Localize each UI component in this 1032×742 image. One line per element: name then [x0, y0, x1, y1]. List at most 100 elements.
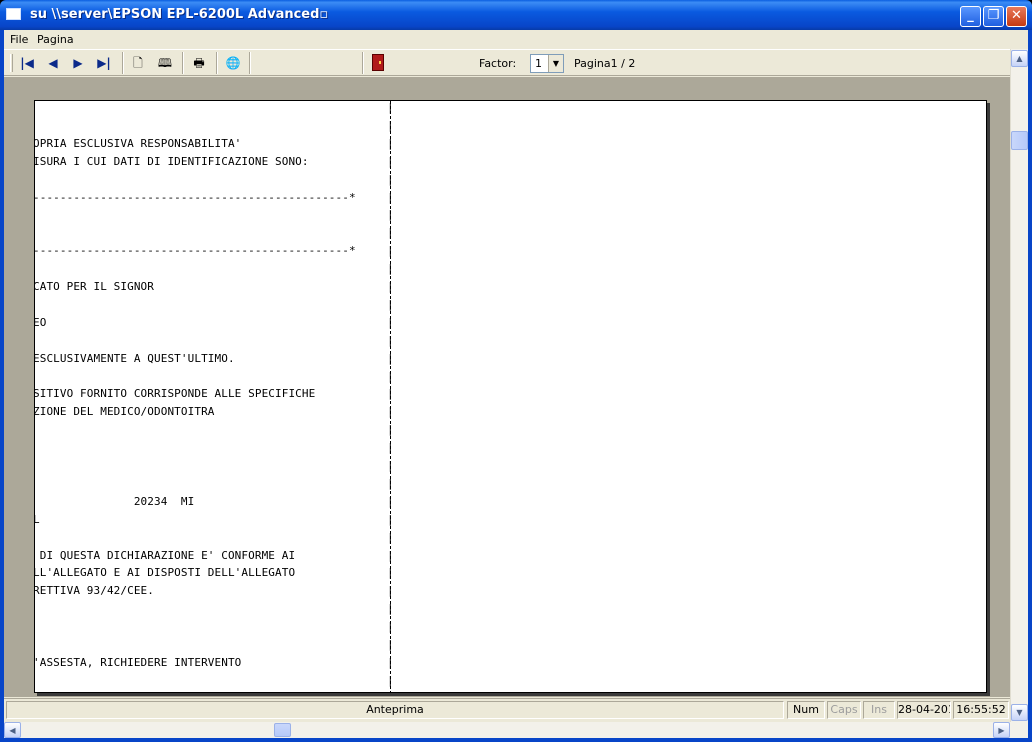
- column-bar: |: [387, 208, 394, 222]
- toolbar-grip[interactable]: [10, 54, 13, 72]
- column-bar: |: [387, 441, 394, 455]
- document-line: EO: [34, 315, 47, 329]
- status-date: 28-04-2016: [897, 701, 951, 719]
- column-bar: |: [387, 387, 394, 401]
- document-line: ZIONE DEL MEDICO/ODONTOITRA: [34, 405, 215, 419]
- status-bar: Anteprima Num Caps Ins 28-04-2016 16:55:…: [4, 698, 1010, 721]
- column-bar: |: [387, 315, 394, 329]
- column-bar: |: [387, 459, 394, 472]
- arrow-right-icon: ▶: [73, 56, 83, 70]
- document-line: ----------------------------------------…: [34, 190, 356, 204]
- column-bar: |: [387, 226, 394, 240]
- column-bar: |: [387, 280, 394, 293]
- toolbar: |◀ ◀ ▶ ▶| 🗋 🕮 🖶 🌐 Factor: 1 ▼ Pagina1 / …: [4, 49, 1010, 76]
- status-main-panel: Anteprima: [6, 701, 784, 719]
- document-line: L: [35, 513, 40, 531]
- document-line: RETTIVA 93/42/CEE.: [34, 584, 155, 598]
- close-icon: ✕: [1011, 8, 1022, 23]
- column-bar: |: [387, 101, 394, 114]
- next-page-button[interactable]: ▶: [67, 53, 89, 73]
- toolbar-separator: [249, 52, 251, 74]
- document-line: SITIVO FORNITO CORRISPONDE ALLE SPECIFIC…: [34, 387, 316, 401]
- toolbar-separator: [122, 52, 124, 74]
- previous-page-button[interactable]: ◀: [42, 53, 64, 73]
- scroll-down-button[interactable]: ▼: [1011, 704, 1028, 721]
- horizontal-scroll-thumb[interactable]: [274, 723, 291, 737]
- scroll-up-button[interactable]: ▲: [1011, 50, 1028, 67]
- column-bar: |: [387, 673, 394, 687]
- column-bar: |: [387, 154, 394, 168]
- scroll-left-button[interactable]: ◀: [4, 722, 21, 738]
- single-page-button[interactable]: 🗋: [127, 53, 149, 73]
- close-button[interactable]: ✕: [1006, 6, 1027, 27]
- factor-value: 1: [535, 57, 542, 70]
- column-bar: |: [387, 638, 394, 651]
- column-bar: |: [387, 494, 394, 508]
- arrow-left-icon: ◀: [48, 56, 58, 70]
- minimize-icon: _: [967, 8, 974, 23]
- document-line: 'ASSESTA, RICHIEDERE INTERVENTO: [34, 655, 242, 669]
- document-line: ----------------------------------------…: [34, 244, 356, 258]
- vertical-scrollbar[interactable]: ▲ ▼: [1010, 49, 1028, 722]
- column-bar: |: [387, 566, 394, 580]
- menu-bar: File Pagina: [4, 30, 1028, 49]
- toolbar-separator: [216, 52, 218, 74]
- horizontal-scrollbar[interactable]: ◀ ▶: [4, 722, 1028, 738]
- scroll-right-button[interactable]: ▶: [993, 722, 1010, 738]
- status-time: 16:55:52: [953, 701, 1009, 719]
- column-bar: |: [387, 476, 394, 490]
- two-pages-button[interactable]: 🕮: [154, 53, 176, 73]
- last-page-button[interactable]: ▶|: [93, 53, 115, 73]
- column-bar: |: [387, 333, 394, 347]
- column-bar: |: [387, 369, 394, 383]
- document-line: ESCLUSIVAMENTE A QUEST'ULTIMO.: [34, 351, 235, 365]
- document-line: CATO PER IL SIGNOR: [34, 280, 155, 293]
- vertical-scroll-thumb[interactable]: [1011, 131, 1028, 150]
- minimize-button[interactable]: _: [960, 6, 981, 27]
- page-indicator: Pagina1 / 2: [574, 57, 636, 70]
- column-bar: |: [387, 620, 394, 634]
- menu-pagina[interactable]: Pagina: [37, 33, 74, 46]
- column-bar: |: [387, 118, 394, 132]
- status-caps: Caps: [827, 701, 861, 719]
- column-bar: |: [387, 423, 394, 437]
- factor-select[interactable]: 1 ▼: [530, 54, 564, 73]
- document-line: LL'ALLEGATO E AI DISPOSTI DELL'ALLEGATO: [34, 566, 296, 580]
- column-bar: |: [387, 512, 394, 526]
- arrow-up-icon: ▲: [1016, 54, 1023, 63]
- preview-page: | | OPRIA ESCLUSIVA RESPONSABILITA' | ISURA …: [34, 100, 987, 693]
- status-ins: Ins: [863, 701, 895, 719]
- column-bar: |: [387, 244, 394, 258]
- printer-icon: 🖶: [193, 56, 205, 70]
- chevron-down-icon[interactable]: ▼: [548, 55, 563, 72]
- column-bar: |: [387, 136, 394, 150]
- column-bar: |: [387, 655, 394, 669]
- factor-label: Factor:: [479, 57, 517, 70]
- document-line: DI QUESTA DICHIARAZIONE E' CONFORME AI: [34, 548, 296, 562]
- document-line: OPRIA ESCLUSIVA RESPONSABILITA': [34, 136, 242, 150]
- arrow-right-icon: ▶: [998, 726, 1005, 735]
- exit-door-icon[interactable]: [372, 54, 384, 71]
- document-line: ISURA I CUI DATI DI IDENTIFICAZIONE SONO…: [34, 154, 309, 168]
- print-setup-button[interactable]: 🌐: [222, 53, 244, 73]
- arrow-left-icon: ◀: [9, 726, 16, 735]
- title-bar[interactable]: su \\server\EPSON EPL-6200L Advanced▫ _ …: [0, 0, 1032, 30]
- first-page-button[interactable]: |◀: [16, 53, 38, 73]
- print-preview-area[interactable]: | | OPRIA ESCLUSIVA RESPONSABILITA' | ISURA …: [4, 77, 1010, 697]
- column-bar: |: [387, 190, 394, 204]
- window-title: su \\server\EPSON EPL-6200L Advanced▫: [30, 7, 329, 22]
- column-bar: |: [387, 297, 394, 311]
- column-bar: |: [387, 602, 394, 616]
- last-page-icon: ▶|: [97, 56, 111, 70]
- printer-globe-icon: 🌐: [225, 56, 241, 70]
- menu-file[interactable]: File: [10, 33, 28, 46]
- maximize-button[interactable]: ❐: [983, 6, 1004, 27]
- window-app-icon[interactable]: [6, 8, 21, 20]
- restore-icon: ❐: [987, 8, 1000, 23]
- toolbar-separator: [362, 52, 364, 74]
- column-bar: |: [387, 405, 394, 419]
- print-button[interactable]: 🖶: [188, 53, 210, 73]
- column-bar: |: [387, 351, 394, 365]
- column-bar: |: [387, 548, 394, 562]
- toolbar-separator: [182, 52, 184, 74]
